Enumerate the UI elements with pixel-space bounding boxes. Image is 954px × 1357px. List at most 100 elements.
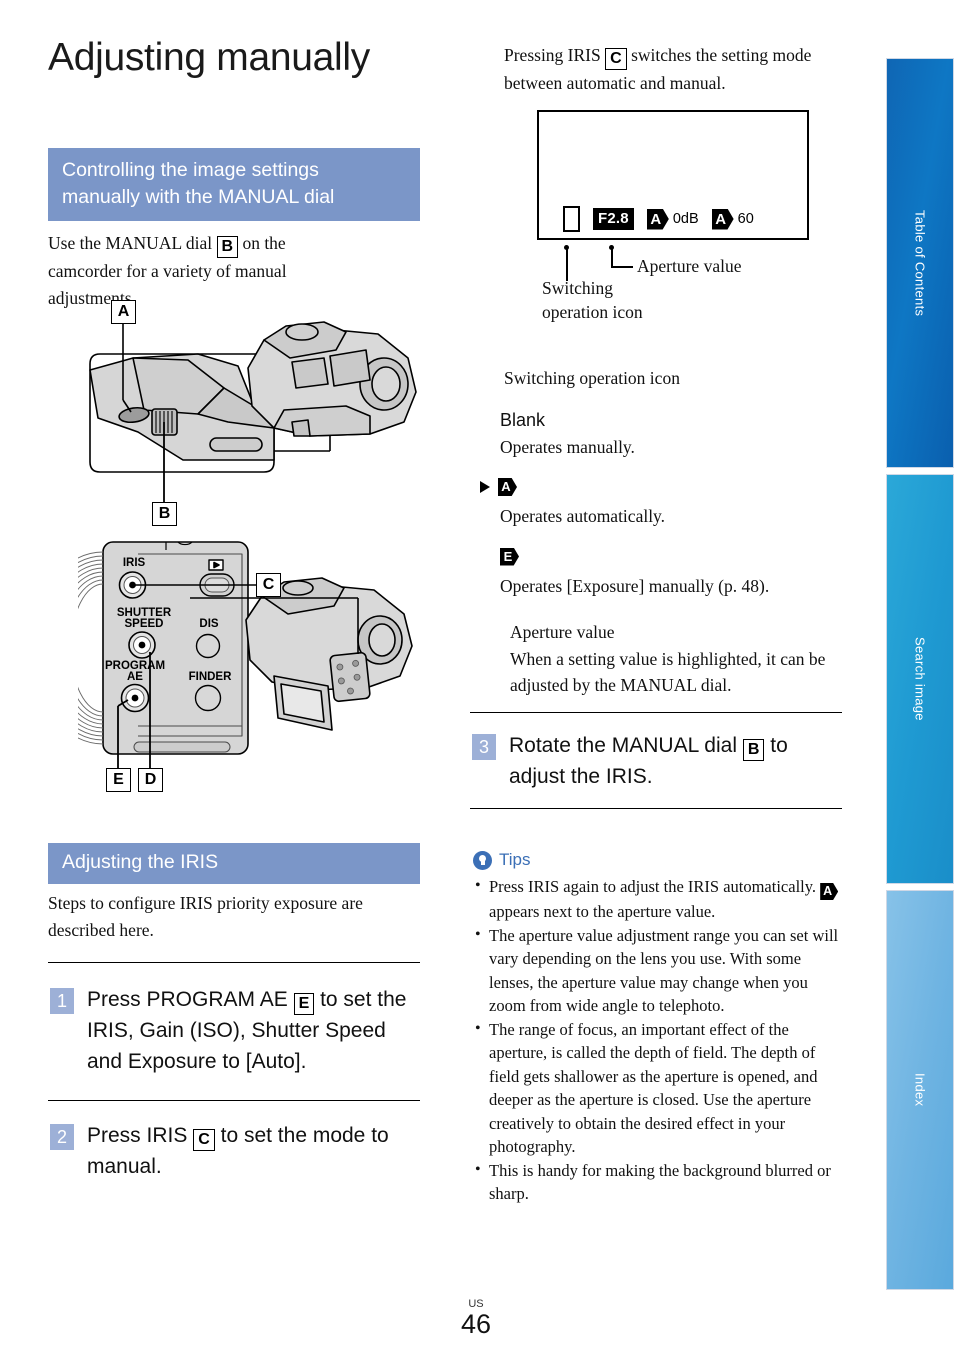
tips-section: Tips Press IRIS again to adjust the IRIS… — [473, 850, 843, 1206]
arrow-bullet-icon — [480, 481, 490, 493]
key-badge-b: B — [216, 236, 239, 258]
footer-page-number: 46 — [460, 1309, 492, 1339]
sidebar-tab-index[interactable]: Index — [886, 890, 954, 1290]
svg-text:IRIS: IRIS — [123, 557, 146, 569]
legend-item-auto: A Operates automatically. — [480, 478, 852, 530]
auto-badge-tip-icon: A — [820, 883, 839, 900]
tip-item-1: Press IRIS again to adjust the IRIS auto… — [473, 874, 843, 924]
sidebar-tab-search-image[interactable]: Search image — [886, 474, 954, 884]
svg-text:FINDER: FINDER — [189, 671, 233, 683]
divider-below-step-3 — [470, 808, 842, 809]
switching-operation-icon-label: Switching operation icon — [542, 276, 643, 324]
tip-item-2: The aperture value adjustment range you … — [473, 923, 843, 1018]
auto-badge-gain-icon: A — [646, 208, 669, 230]
key-badge-b-right: B — [742, 739, 765, 761]
tips-heading: Tips — [473, 850, 843, 870]
shutter-value: 60 — [737, 211, 754, 227]
leader-line-aperture-vertical — [611, 247, 613, 267]
tip-item-3: The range of focus, an important effect … — [473, 1017, 843, 1159]
gain-value: 0dB — [672, 211, 699, 227]
svg-text:SPEED: SPEED — [125, 618, 164, 630]
leader-line-aperture-horizontal — [611, 266, 633, 268]
tip-4-part1: This is handy for making the background … — [489, 1160, 831, 1204]
callout-e: E — [106, 768, 131, 792]
iris-press-intro: Pressing IRIS C switches the setting mod… — [504, 42, 852, 97]
switching-label-line1: Switching — [542, 278, 613, 298]
exposure-badge-legend-icon: E — [500, 547, 519, 566]
step-2-text: Press IRIS C to set the mode to manual. — [87, 1120, 422, 1182]
shutter-group: A 60 — [711, 208, 754, 230]
lightbulb-icon — [473, 850, 492, 870]
svg-text:DIS: DIS — [199, 618, 219, 630]
legend-item-blank: Blank Operates manually. — [500, 408, 852, 461]
diagram-button-panel-svg: IRIS SHUTTER SPEED DIS PROGRAM AE FINDER — [30, 541, 413, 772]
auto-badge-legend-icon: A — [498, 478, 517, 496]
tip-1-part1: Press IRIS again to adjust the IRIS auto… — [489, 877, 817, 896]
section-header-manual-dial: Controlling the image settings manually … — [48, 148, 420, 221]
sidebar-tab-label-toc: Table of Contents — [912, 209, 928, 317]
blank-box-icon — [563, 206, 580, 232]
diagram-manual-dial: A B — [78, 300, 428, 526]
aperture-value-highlight: F2.8 — [593, 207, 634, 231]
callout-a: A — [111, 300, 136, 324]
step-3-text: Rotate the MANUAL dial B to adjust the I… — [509, 730, 844, 792]
divider-above-step-1 — [48, 962, 420, 963]
lcd-status-row: F2.8 A 0dB A 60 — [563, 206, 754, 232]
tips-list: Press IRIS again to adjust the IRIS auto… — [473, 874, 843, 1206]
sidebar-tab-table-of-contents[interactable]: Table of Contents — [886, 58, 954, 468]
aperture-value-label: Aperture value — [637, 256, 742, 276]
diagram-manual-dial-svg — [89, 314, 417, 506]
auto-badge-shutter-icon: A — [711, 208, 734, 230]
gain-group: A 0dB — [646, 208, 699, 230]
legend-heading: Switching operation icon — [504, 368, 680, 388]
step-2-number: 2 — [50, 1124, 74, 1150]
aperture-block-heading: Aperture value — [510, 622, 615, 642]
tip-item-4: This is handy for making the background … — [473, 1158, 843, 1206]
sidebar-tab-label-search: Search image — [912, 637, 928, 721]
sidebar-tabs: Table of Contents Search image Index — [880, 0, 954, 1357]
callout-d: D — [138, 768, 163, 792]
diagram-button-panel: IRIS SHUTTER SPEED DIS PROGRAM AE FINDER — [30, 528, 428, 808]
legend-badge-blank: Blank — [500, 409, 546, 430]
page-footer: US 46 — [0, 1299, 954, 1339]
key-badge-c-right: C — [605, 48, 627, 70]
tips-label: Tips — [499, 850, 531, 869]
legend-desc-exposure: Operates [Exposure] manually (p. 48). — [500, 575, 770, 596]
legend-desc-blank: Operates manually. — [500, 436, 635, 457]
lcd-screen: F2.8 A 0dB A 60 — [537, 110, 809, 240]
step-3-pre: Rotate the MANUAL dial — [509, 734, 737, 757]
step-1-number: 1 — [50, 988, 74, 1014]
legend-desc-auto: Operates automatically. — [500, 506, 666, 526]
tip-3-part1: The range of focus, an important effect … — [489, 1019, 818, 1157]
adjusting-iris-intro: Steps to configure IRIS priority exposur… — [48, 893, 363, 940]
aperture-value-block: Aperture value When a setting value is h… — [510, 619, 852, 699]
step-1-pre: Press PROGRAM AE — [87, 988, 288, 1011]
step-1: 1 Press PROGRAM AE E to set the IRIS, Ga… — [50, 984, 422, 1077]
key-badge-e: E — [293, 993, 315, 1015]
legend-item-exposure: E Operates [Exposure] manually (p. 48). — [500, 547, 852, 600]
step-2: 2 Press IRIS C to set the mode to manual… — [50, 1120, 422, 1182]
right-intro-pre: Pressing IRIS — [504, 45, 601, 65]
switching-label-line2: operation icon — [542, 302, 643, 322]
section-header-adjusting-iris: Adjusting the IRIS — [48, 843, 420, 884]
page-title: Adjusting manually — [48, 36, 370, 79]
manual-dial-intro-paragraph: Use the MANUAL dial B on the camcorder f… — [48, 230, 348, 311]
step-3: 3 Rotate the MANUAL dial B to adjust the… — [472, 730, 844, 792]
manual-page: Adjusting manually Controlling the image… — [0, 0, 954, 1357]
lcd-leader-annotations: Aperture value Switching operation icon — [480, 240, 852, 330]
step-3-number: 3 — [472, 734, 496, 760]
aperture-block-body: When a setting value is highlighted, it … — [510, 648, 826, 696]
switching-icon-legend: Switching operation icon Blank Operates … — [480, 365, 852, 699]
divider-above-step-3 — [470, 712, 842, 713]
step-1-text: Press PROGRAM AE E to set the IRIS, Gain… — [87, 984, 422, 1077]
section-header-line1: Controlling the image settings — [62, 159, 319, 181]
key-badge-c: C — [193, 1129, 215, 1151]
step-2-pre: Press IRIS — [87, 1124, 188, 1147]
section-header-line2: manually with the MANUAL dial — [62, 186, 335, 208]
callout-b: B — [152, 502, 177, 526]
sidebar-tab-label-index: Index — [912, 1073, 928, 1107]
lcd-preview: F2.8 A 0dB A 60 — [537, 110, 809, 240]
svg-text:AE: AE — [127, 671, 143, 683]
tip-1-part2: appears next to the aperture value. — [489, 902, 716, 921]
tip-2-part1: The aperture value adjustment range you … — [489, 925, 839, 1016]
